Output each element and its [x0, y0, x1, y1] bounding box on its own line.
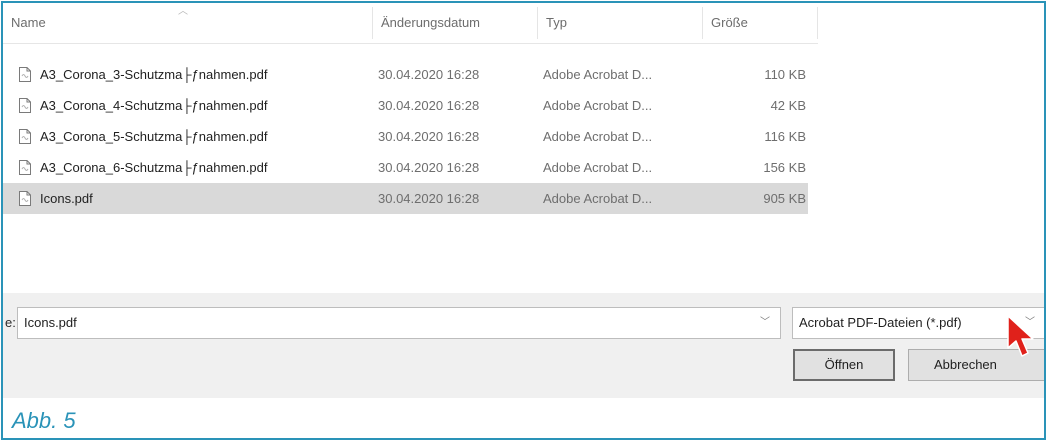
file-list: A3_Corona_3-Schutzma├ƒnahmen.pdf 30.04.2… — [3, 59, 818, 214]
file-size: 156 KB — [763, 160, 806, 175]
column-header-size[interactable]: Größe — [703, 3, 818, 43]
file-name: A3_Corona_5-Schutzma├ƒnahmen.pdf — [40, 129, 268, 144]
file-name-cell: A3_Corona_3-Schutzma├ƒnahmen.pdf — [19, 59, 267, 90]
file-type: Adobe Acrobat D... — [543, 160, 653, 175]
file-name-cell: Icons.pdf — [19, 183, 93, 214]
column-header-date-label: Änderungsdatum — [381, 15, 481, 30]
file-size: 905 KB — [763, 191, 806, 206]
file-date: 30.04.2020 16:28 — [378, 191, 480, 206]
file-size: 42 KB — [770, 98, 806, 113]
filename-input[interactable]: Icons.pdf ﹀ — [17, 307, 781, 339]
open-button[interactable]: Öffnen — [793, 349, 895, 381]
file-size: 116 KB — [764, 129, 806, 144]
file-type: Adobe Acrobat D... — [543, 191, 653, 206]
file-name-cell: A3_Corona_6-Schutzma├ƒnahmen.pdf — [19, 152, 267, 183]
file-type: Adobe Acrobat D... — [543, 129, 653, 144]
dialog-footer: e: Icons.pdf ﹀ Acrobat PDF-Dateien (*.pd… — [3, 293, 1044, 398]
pdf-file-icon — [19, 62, 31, 82]
file-row[interactable]: A3_Corona_4-Schutzma├ƒnahmen.pdf 30.04.2… — [3, 90, 818, 121]
pdf-file-icon — [19, 186, 31, 206]
file-date: 30.04.2020 16:28 — [378, 160, 480, 175]
file-list-header: ︿ Name Änderungsdatum Typ Größe — [3, 3, 818, 44]
file-date: 30.04.2020 16:28 — [378, 67, 480, 82]
file-row[interactable]: Icons.pdf 30.04.2020 16:28 Adobe Acrobat… — [3, 183, 808, 214]
filetype-value: Acrobat PDF-Dateien (*.pdf) — [799, 315, 962, 330]
pdf-file-icon — [19, 93, 31, 113]
mouse-pointer-icon — [1007, 315, 1034, 357]
filename-value: Icons.pdf — [24, 315, 77, 330]
file-size: 110 KB — [764, 67, 806, 82]
file-name: A3_Corona_3-Schutzma├ƒnahmen.pdf — [40, 67, 268, 82]
file-row[interactable]: A3_Corona_5-Schutzma├ƒnahmen.pdf 30.04.2… — [3, 121, 818, 152]
column-header-name-label: Name — [11, 15, 46, 30]
file-name-cell: A3_Corona_4-Schutzma├ƒnahmen.pdf — [19, 90, 267, 121]
file-type: Adobe Acrobat D... — [543, 98, 653, 113]
column-header-type[interactable]: Typ — [538, 3, 703, 43]
file-date: 30.04.2020 16:28 — [378, 98, 480, 113]
file-date: 30.04.2020 16:28 — [378, 129, 480, 144]
file-name-cell: A3_Corona_5-Schutzma├ƒnahmen.pdf — [19, 121, 267, 152]
chevron-down-icon[interactable]: ﹀ — [760, 308, 770, 338]
file-name: A3_Corona_6-Schutzma├ƒnahmen.pdf — [40, 160, 268, 175]
file-open-dialog: ︿ Name Änderungsdatum Typ Größe A3_Coron… — [1, 1, 1046, 440]
pdf-file-icon — [19, 155, 31, 175]
figure-caption: Abb. 5 — [12, 408, 76, 433]
file-name: A3_Corona_4-Schutzma├ƒnahmen.pdf — [40, 98, 268, 113]
column-header-type-label: Typ — [546, 15, 567, 30]
file-name: Icons.pdf — [40, 191, 93, 206]
column-header-size-label: Größe — [711, 15, 748, 30]
pdf-file-icon — [19, 124, 31, 144]
column-header-date[interactable]: Änderungsdatum — [373, 3, 538, 43]
filename-label: e: — [5, 315, 16, 330]
file-type: Adobe Acrobat D... — [543, 67, 653, 82]
column-header-name[interactable]: Name — [3, 3, 373, 43]
file-row[interactable]: A3_Corona_3-Schutzma├ƒnahmen.pdf 30.04.2… — [3, 59, 818, 90]
file-row[interactable]: A3_Corona_6-Schutzma├ƒnahmen.pdf 30.04.2… — [3, 152, 818, 183]
